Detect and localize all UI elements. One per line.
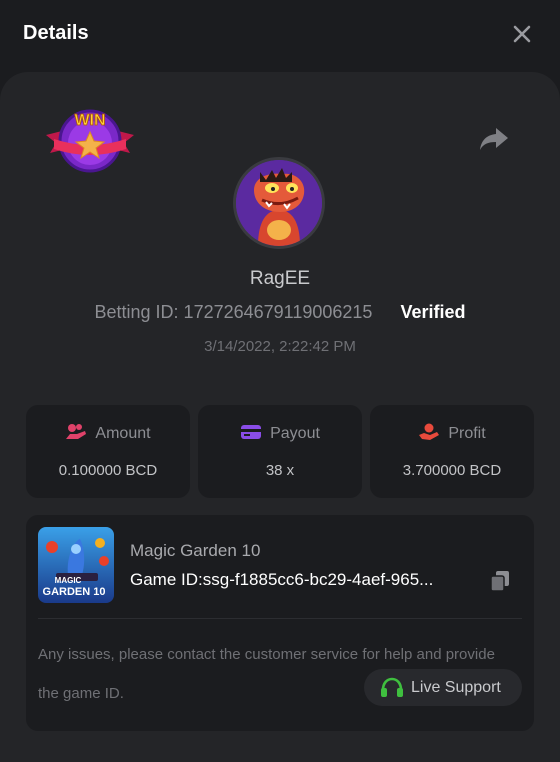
stat-payout: Payout 38 x — [198, 405, 362, 498]
hand-coin-icon — [419, 423, 440, 440]
game-id: Game ID:ssg-f1885cc6-bc29-4aef-965... — [130, 570, 434, 589]
game-card: MAGIC GARDEN 10 Magic Garden 10 Game ID:… — [26, 515, 534, 731]
share-icon[interactable] — [478, 125, 510, 153]
stat-payout-value: 38 x — [265, 462, 295, 479]
stat-amount: Amount 0.100000 BCD — [26, 405, 190, 498]
stat-payout-label-row: Payout — [198, 423, 362, 443]
stat-payout-label: Payout — [270, 425, 320, 442]
close-icon[interactable] — [510, 22, 534, 46]
magic-garden-thumbnail-icon: MAGIC GARDEN 10 — [38, 527, 114, 603]
game-thumbnail[interactable]: MAGIC GARDEN 10 — [38, 527, 114, 603]
badge-text: WIN — [74, 112, 105, 129]
page-title: Details — [23, 22, 89, 44]
stat-amount-label-row: Amount — [26, 423, 190, 443]
copy-icon[interactable] — [490, 570, 510, 592]
live-support-button[interactable]: Live Support — [364, 669, 522, 706]
stat-amount-label: Amount — [95, 425, 151, 442]
avatar — [233, 157, 325, 249]
details-header: Details — [0, 0, 560, 70]
card-icon — [241, 425, 262, 439]
stat-profit-label: Profit — [448, 425, 486, 442]
coins-hand-icon — [66, 424, 87, 439]
headset-icon — [381, 677, 403, 697]
verified-link[interactable]: Verified — [400, 302, 465, 322]
dragon-avatar-icon — [236, 160, 322, 246]
betting-id: Betting ID: 1727264679119006215 — [94, 302, 373, 322]
thumb-text-2: GARDEN 10 — [43, 586, 106, 598]
stat-amount-value: 0.100000 BCD — [58, 462, 158, 479]
thumb-text-1: MAGIC — [55, 576, 82, 585]
username: RagEE — [249, 268, 311, 289]
stat-profit-label-row: Profit — [370, 423, 534, 443]
divider — [38, 618, 522, 619]
stat-profit: Profit 3.700000 BCD — [370, 405, 534, 498]
stat-profit-value: 3.700000 BCD — [402, 462, 502, 479]
win-badge-icon: WIN — [46, 109, 134, 173]
betting-id-row: Betting ID: 1727264679119006215 Verified — [0, 302, 560, 323]
bet-datetime: 3/14/2022, 2:22:42 PM — [204, 338, 356, 355]
live-support-label: Live Support — [411, 679, 501, 696]
game-name[interactable]: Magic Garden 10 — [130, 541, 260, 561]
